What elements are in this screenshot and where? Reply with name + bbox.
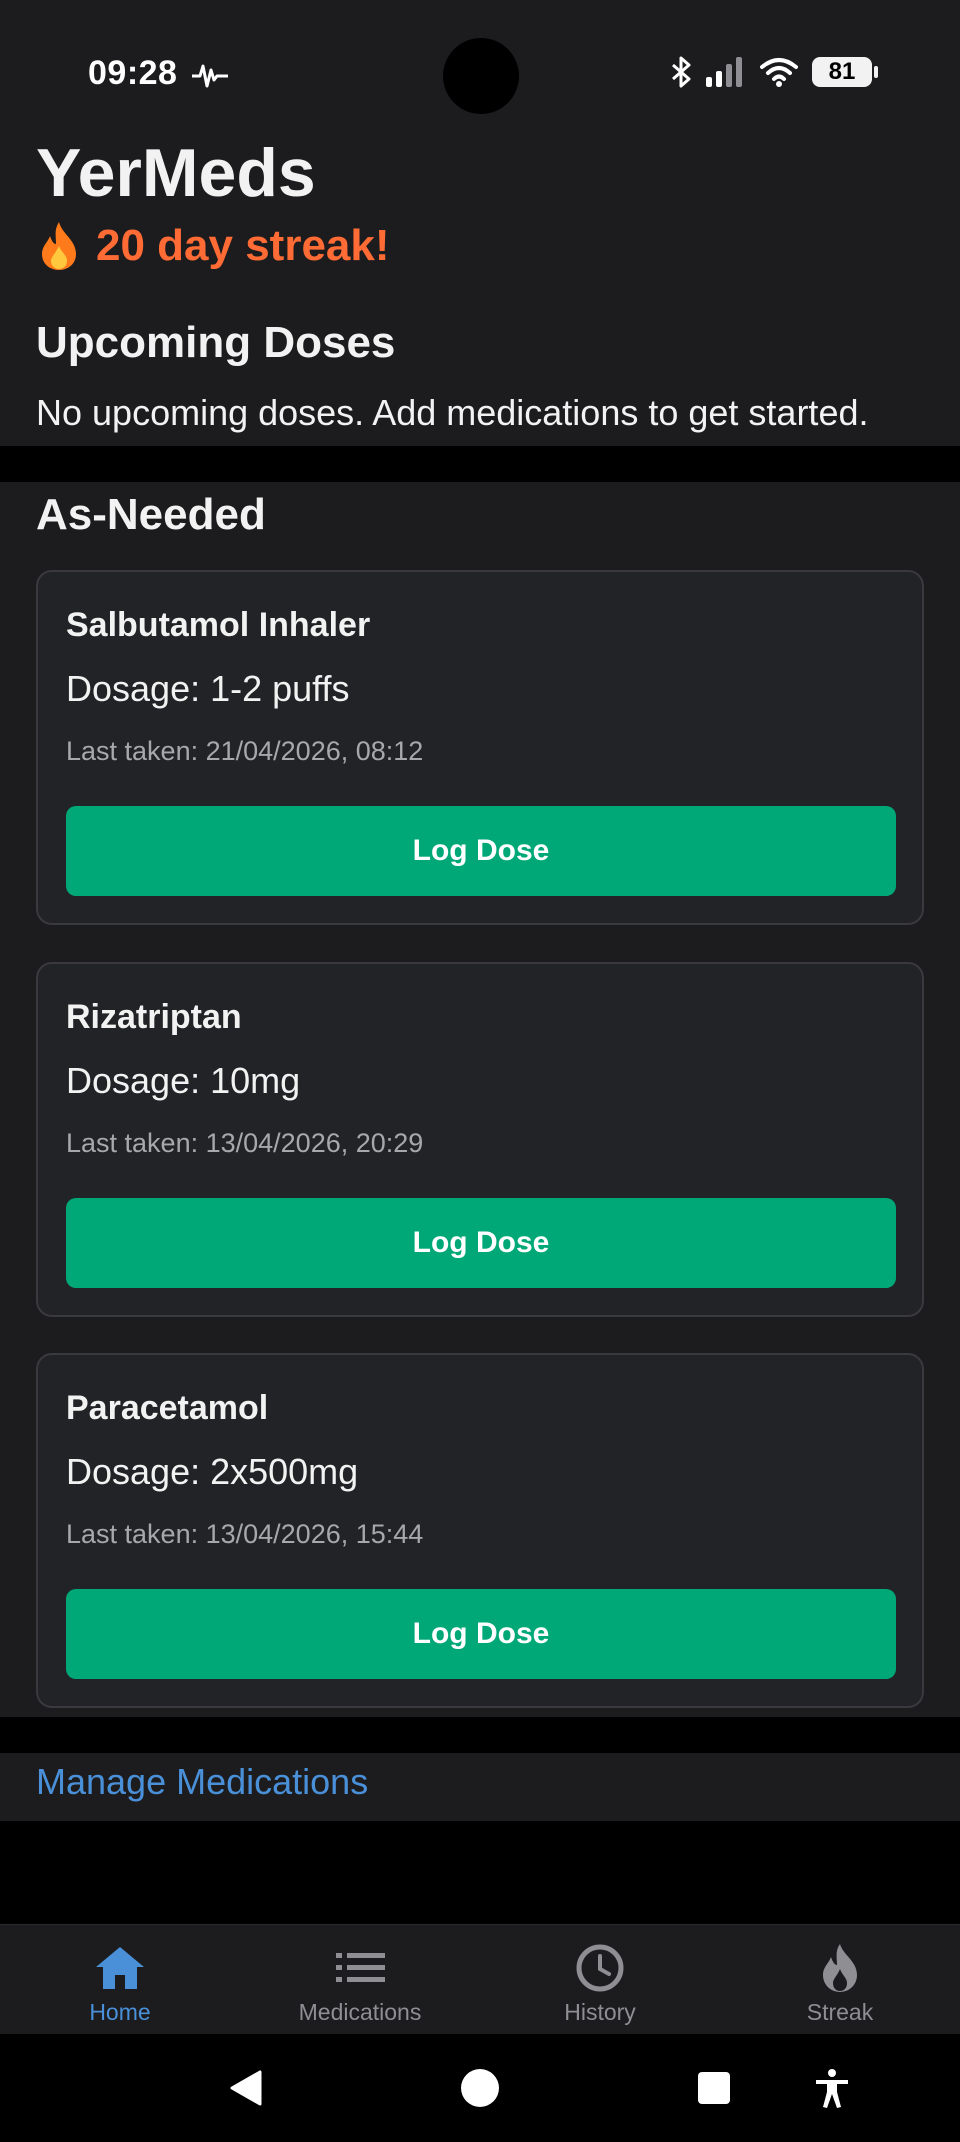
nav-label-streak: Streak bbox=[806, 1999, 874, 2025]
nav-item-medications[interactable]: Medications bbox=[240, 1925, 480, 2034]
medication-card: Rizatriptan Dosage: 10mg Last taken: 13/… bbox=[36, 962, 924, 1317]
medication-name: Salbutamol Inhaler bbox=[66, 606, 371, 644]
medication-last-taken: Last taken: 13/04/2026, 15:44 bbox=[66, 1519, 424, 1549]
log-dose-button[interactable]: Log Dose bbox=[66, 806, 896, 896]
manage-medications-bar: Manage Medications bbox=[0, 1753, 960, 1821]
flame-icon bbox=[823, 1944, 857, 1992]
medication-card: Paracetamol Dosage: 2x500mg Last taken: … bbox=[36, 1353, 924, 1708]
medication-card: Salbutamol Inhaler Dosage: 1-2 puffs Las… bbox=[36, 570, 924, 925]
as-needed-section: As-Needed Salbutamol Inhaler Dosage: 1-2… bbox=[0, 482, 960, 1717]
activity-icon bbox=[192, 64, 228, 88]
fire-icon bbox=[42, 222, 76, 270]
log-dose-button[interactable]: Log Dose bbox=[66, 1198, 896, 1288]
recents-icon[interactable] bbox=[696, 2068, 732, 2108]
medication-dosage: Dosage: 10mg bbox=[66, 1060, 301, 1101]
battery-level: 81 bbox=[828, 58, 856, 85]
bottom-navigation: Home Medications History Streak bbox=[0, 1924, 960, 2034]
log-dose-button[interactable]: Log Dose bbox=[66, 1589, 896, 1679]
battery-icon: 81 bbox=[812, 57, 878, 87]
medication-name: Rizatriptan bbox=[66, 998, 242, 1036]
medication-last-taken: Last taken: 21/04/2026, 08:12 bbox=[66, 736, 424, 766]
signal-icon bbox=[706, 57, 742, 87]
status-bar: 09:28 81 bbox=[0, 0, 960, 120]
system-navigation-bar bbox=[0, 2034, 960, 2142]
nav-item-history[interactable]: History bbox=[480, 1925, 720, 2034]
manage-medications-link[interactable]: Manage Medications bbox=[36, 1761, 368, 1803]
header: YerMeds 20 day streak! Upcoming Doses No… bbox=[0, 120, 960, 446]
medication-last-taken: Last taken: 13/04/2026, 20:29 bbox=[66, 1128, 424, 1158]
app-title: YerMeds bbox=[36, 135, 316, 211]
nav-item-streak[interactable]: Streak bbox=[720, 1925, 960, 2034]
bluetooth-icon bbox=[672, 56, 691, 88]
status-time: 09:28 bbox=[88, 54, 178, 92]
home-circle-icon[interactable] bbox=[460, 2068, 500, 2108]
as-needed-title: As-Needed bbox=[36, 490, 266, 539]
upcoming-empty-message: No upcoming doses. Add medications to ge… bbox=[36, 392, 869, 433]
camera-cutout bbox=[443, 38, 519, 114]
nav-item-home[interactable]: Home bbox=[0, 1925, 240, 2034]
medication-dosage: Dosage: 2x500mg bbox=[66, 1451, 359, 1492]
wifi-icon bbox=[760, 58, 798, 87]
nav-label-home: Home bbox=[89, 1999, 151, 2025]
upcoming-doses-title: Upcoming Doses bbox=[36, 318, 396, 367]
medication-name: Paracetamol bbox=[66, 1389, 269, 1427]
nav-label-medications: Medications bbox=[298, 1999, 422, 2025]
accessibility-icon[interactable] bbox=[812, 2068, 852, 2108]
streak-banner: 20 day streak! bbox=[36, 220, 390, 272]
streak-text: 20 day streak! bbox=[96, 221, 390, 270]
back-icon[interactable] bbox=[226, 2068, 266, 2108]
medication-dosage: Dosage: 1-2 puffs bbox=[66, 668, 350, 709]
list-icon bbox=[336, 1953, 385, 1982]
nav-label-history: History bbox=[564, 1999, 636, 2025]
clock-icon bbox=[576, 1944, 624, 1992]
status-icons: 81 bbox=[670, 56, 878, 88]
home-icon bbox=[96, 1947, 144, 1989]
